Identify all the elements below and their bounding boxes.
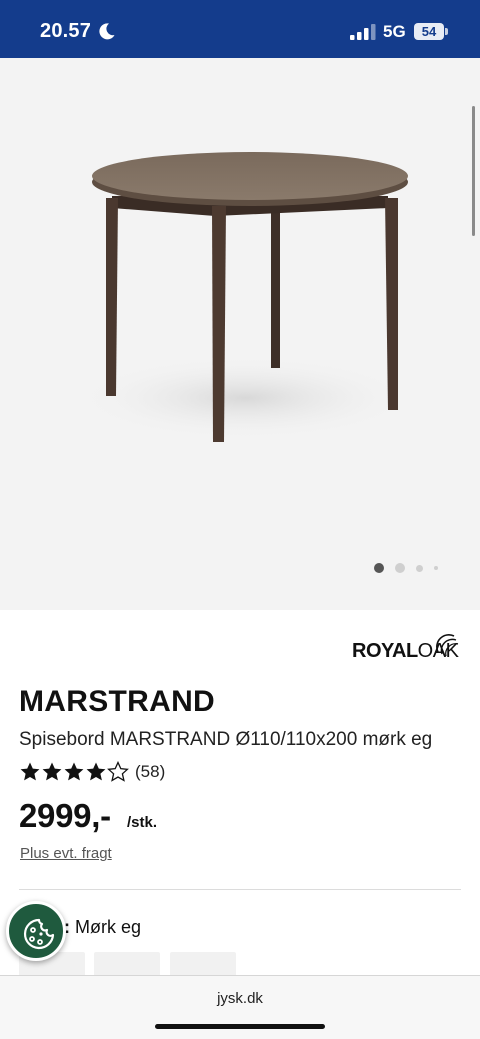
network-label: 5G — [383, 22, 406, 41]
home-indicator[interactable] — [155, 1024, 325, 1029]
carousel-dot-4[interactable] — [434, 566, 438, 570]
carousel-dots[interactable] — [374, 562, 438, 574]
shipping-link[interactable]: Plus evt. fragt — [20, 845, 112, 862]
divider — [19, 889, 461, 890]
carousel-dot-1[interactable] — [374, 563, 384, 573]
price-unit: /stk. — [127, 814, 158, 831]
product-image[interactable] — [0, 58, 480, 610]
status-time: 20.57 — [40, 20, 92, 42]
product-price: 2999,- — [19, 797, 111, 834]
review-count[interactable]: (58) — [135, 762, 165, 782]
product-title: MARSTRAND — [19, 685, 216, 718]
star-rating-icon — [20, 761, 129, 782]
moon-icon — [99, 23, 115, 40]
carousel-dot-2[interactable] — [395, 563, 405, 573]
product-rating[interactable]: (58) — [19, 761, 165, 783]
brand-name-bold: ROYAL — [352, 640, 418, 662]
color-label: : Mørk eg — [64, 917, 141, 938]
browser-url-bar[interactable]: jysk.dk — [0, 975, 480, 1039]
status-bar: 20.57 5G 54 — [0, 0, 480, 58]
carousel-dot-3[interactable] — [416, 564, 423, 572]
cookie-icon — [23, 918, 55, 950]
product-gallery[interactable] — [0, 58, 480, 610]
url-text[interactable]: jysk.dk — [0, 990, 480, 1007]
battery-level: 54 — [421, 24, 437, 39]
scroll-indicator[interactable] — [472, 106, 475, 236]
battery-tip — [445, 28, 448, 35]
cookie-settings-button[interactable] — [6, 901, 66, 961]
brand-mark-icon — [436, 634, 459, 657]
signal-icon — [350, 24, 376, 40]
color-value: Mørk eg — [75, 917, 142, 937]
product-subtitle: Spisebord MARSTRAND Ø110/110x200 mørk eg — [19, 729, 433, 750]
battery-icon: 54 — [414, 23, 444, 40]
